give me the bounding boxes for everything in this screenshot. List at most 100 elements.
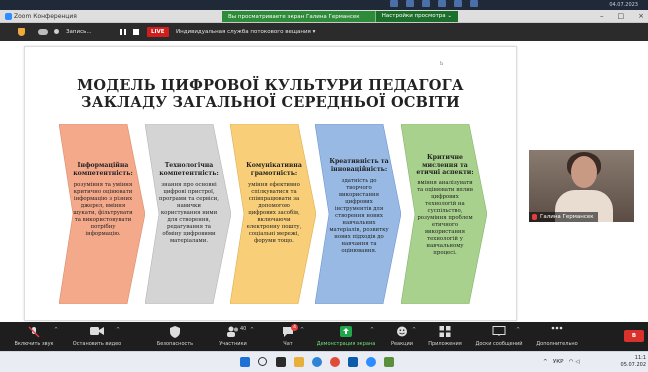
top-taskbar-icons bbox=[390, 0, 478, 10]
minimize-button[interactable]: – bbox=[600, 10, 604, 23]
chevron-up-icon[interactable]: ^ bbox=[300, 327, 304, 333]
speaker-icon[interactable]: ◁ bbox=[575, 359, 579, 365]
desktop-top-strip: 04.07.2023 bbox=[0, 0, 648, 10]
shield-icon[interactable] bbox=[18, 28, 25, 36]
chevron-up-icon[interactable]: ^ bbox=[250, 327, 254, 333]
shared-screen-area: Ь МОДЕЛЬ ЦИФРОВОЇ КУЛЬТУРИ ПЕДАГОГА ЗАКЛ… bbox=[0, 41, 648, 322]
stream-service-dropdown[interactable]: Индивидуальная служба потокового вещания… bbox=[176, 23, 315, 41]
chevron-up-icon[interactable]: ^ bbox=[370, 327, 374, 333]
whiteboards-button[interactable]: ^ Доски сообщений bbox=[470, 322, 528, 351]
slide-marker: Ь bbox=[440, 61, 444, 67]
chrome-icon[interactable] bbox=[330, 357, 340, 367]
slide-title-line2: ЗАКЛАДУ ЗАГАЛЬНОЇ СЕРЕДНЬОЇ ОСВІТИ bbox=[81, 94, 460, 111]
top-clock: 04.07.2023 bbox=[609, 2, 638, 8]
chat-label: Чат bbox=[283, 341, 293, 347]
chevron-up-icon[interactable]: ^ bbox=[516, 327, 520, 333]
app-icon bbox=[390, 0, 398, 7]
app-icon bbox=[470, 0, 478, 7]
apps-label: Приложения bbox=[428, 341, 462, 347]
mic-muted-icon bbox=[532, 214, 537, 220]
block-heading: Технологічна компетентність: bbox=[159, 162, 219, 177]
model-block-critical-thinking: Критичне мислення та етичні аспекти: вмі… bbox=[401, 124, 487, 304]
task-view-icon[interactable] bbox=[276, 357, 286, 367]
wifi-icon[interactable]: ◠ bbox=[569, 359, 574, 365]
unmute-label: Включить звук bbox=[14, 341, 54, 347]
block-heading: Креативність та інноваційність: bbox=[329, 158, 389, 173]
edge-icon[interactable] bbox=[312, 357, 322, 367]
view-options-label: Настройки просмотра bbox=[381, 13, 446, 19]
pause-icon[interactable] bbox=[120, 29, 126, 35]
participants-label: Участники bbox=[219, 341, 247, 347]
app-icon bbox=[422, 0, 430, 7]
live-badge[interactable]: LIVE bbox=[147, 27, 169, 37]
participant-name: Галина Германсек bbox=[540, 214, 594, 220]
window-title: Zoom Конференция bbox=[14, 13, 77, 20]
stop-icon[interactable] bbox=[133, 29, 139, 35]
share-screen-icon bbox=[340, 326, 352, 337]
block-heading: Інформаційна компетентність: bbox=[73, 162, 133, 177]
stream-service-label: Индивидуальная служба потокового вещания bbox=[176, 29, 311, 35]
windows-taskbar: ^ УКР ◠ ◁ 11:1 05.07.202 bbox=[0, 351, 648, 372]
security-button[interactable]: Безопасность bbox=[150, 322, 200, 351]
more-button[interactable]: Дополнительно bbox=[532, 322, 582, 351]
slide-title: МОДЕЛЬ ЦИФРОВОЇ КУЛЬТУРИ ПЕДАГОГА ЗАКЛАД… bbox=[25, 77, 516, 111]
whiteboards-label: Доски сообщений bbox=[475, 341, 523, 347]
security-label: Безопасность bbox=[156, 341, 194, 347]
chevron-up-icon[interactable]: ^ bbox=[412, 327, 416, 333]
search-icon[interactable] bbox=[258, 357, 267, 366]
presentation-slide: Ь МОДЕЛЬ ЦИФРОВОЇ КУЛЬТУРИ ПЕДАГОГА ЗАКЛ… bbox=[24, 46, 517, 321]
unmute-button[interactable]: ^ Включить звук bbox=[8, 322, 60, 351]
meeting-info-bar: Запись... LIVE Индивидуальная служба пот… bbox=[0, 23, 648, 41]
more-label: Дополнительно bbox=[536, 341, 578, 347]
block-body: розуміння та уміння критично оцінювати і… bbox=[73, 182, 133, 237]
language-indicator[interactable]: УКР bbox=[553, 359, 564, 365]
app-taskbar-icon[interactable] bbox=[384, 357, 394, 367]
block-heading: Критичне мислення та етичні аспекти: bbox=[416, 154, 474, 177]
model-block-creativity: Креативність та інноваційність: здатніст… bbox=[315, 124, 401, 304]
block-body: вміння аналізувати та оцінювати вплив ци… bbox=[417, 180, 473, 256]
model-block-technology: Технологічна компетентність: знання про … bbox=[145, 124, 231, 304]
taskbar-clock[interactable]: 11:1 05.07.202 bbox=[606, 355, 646, 369]
chevron-up-icon[interactable]: ^ bbox=[54, 327, 58, 333]
chat-badge: 4 bbox=[291, 324, 298, 331]
chevron-down-icon: ▾ bbox=[312, 29, 316, 35]
app-icon bbox=[438, 0, 446, 7]
stop-video-button[interactable]: ^ Остановить видео bbox=[64, 322, 130, 351]
cloud-icon bbox=[38, 29, 48, 35]
app-icon bbox=[406, 0, 414, 7]
slide-title-line1: МОДЕЛЬ ЦИФРОВОЇ КУЛЬТУРИ ПЕДАГОГА bbox=[77, 77, 464, 94]
share-screen-label: Демонстрация экрана bbox=[316, 341, 376, 347]
maximize-button[interactable]: □ bbox=[618, 10, 625, 23]
recording-label: Запись... bbox=[66, 29, 92, 35]
chevron-up-icon[interactable]: ^ bbox=[543, 359, 548, 365]
people-icon bbox=[227, 326, 238, 337]
apps-icon bbox=[439, 326, 451, 337]
close-button[interactable]: × bbox=[638, 10, 644, 23]
chat-button[interactable]: 4 ^ Чат bbox=[270, 322, 306, 351]
system-tray: ^ УКР ◠ ◁ bbox=[543, 352, 579, 372]
reactions-button[interactable]: ^ Реакции bbox=[384, 322, 420, 351]
taskbar-date: 05.07.202 bbox=[620, 362, 646, 368]
block-body: здатність до творчого використання цифро… bbox=[329, 178, 389, 254]
whiteboard-icon bbox=[492, 326, 506, 336]
participant-video-tile[interactable]: Галина Германсек bbox=[529, 150, 634, 222]
end-meeting-button[interactable]: В bbox=[624, 330, 644, 342]
view-options-button[interactable]: Настройки просмотра ⌄ bbox=[374, 11, 458, 22]
zoom-taskbar-icon[interactable] bbox=[366, 357, 376, 367]
share-screen-button[interactable]: ^ Демонстрация экрана bbox=[312, 322, 380, 351]
participant-name-bar: Галина Германсек bbox=[529, 212, 598, 222]
apps-button[interactable]: Приложения bbox=[424, 322, 466, 351]
camera-icon bbox=[90, 327, 104, 335]
windows-start-icon[interactable] bbox=[240, 357, 250, 367]
participant-face bbox=[571, 156, 597, 188]
zoom-logo-icon bbox=[5, 13, 12, 20]
record-dot-icon bbox=[54, 29, 59, 34]
chevron-up-icon[interactable]: ^ bbox=[116, 327, 120, 333]
participants-button[interactable]: 40 ^ Участники bbox=[210, 322, 256, 351]
block-heading: Комунікативна грамотність: bbox=[246, 162, 302, 177]
file-explorer-icon[interactable] bbox=[294, 357, 304, 367]
reactions-label: Реакции bbox=[390, 341, 414, 347]
block-body: уміння ефективно спілкуватися та співпра… bbox=[246, 182, 302, 244]
smiley-icon bbox=[397, 326, 407, 337]
word-icon[interactable] bbox=[348, 357, 358, 367]
